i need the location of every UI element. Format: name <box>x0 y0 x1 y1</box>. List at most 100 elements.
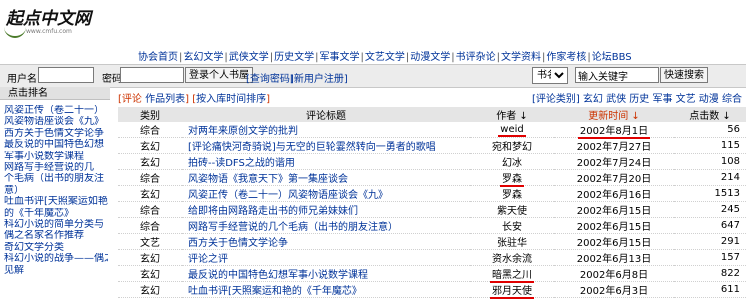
username-input[interactable] <box>38 67 94 83</box>
nav-item[interactable]: 武侠文学 <box>229 52 269 63</box>
table-row[interactable]: 综合 风姿物语《我意天下》第一集座谈会 罗森 2002年7月20日 214 <box>118 169 746 187</box>
nav-item[interactable]: 军事文学 <box>320 52 360 63</box>
row-title[interactable]: 风姿物语《我意天下》第一集座谈会 <box>182 169 470 186</box>
nav-item[interactable]: 文学资料 <box>501 52 541 63</box>
row-author[interactable]: 紫天使 <box>470 201 554 218</box>
row-title[interactable]: 给即将由网路路走出书的师兄弟妹妹们 <box>182 201 470 218</box>
sidebar-item[interactable]: 风姿物语座谈会《九》 <box>4 116 108 127</box>
sidebar-item[interactable]: 军事小说数学课程 <box>4 151 108 162</box>
row-title-text[interactable]: 给即将由网路路走出书的师兄弟妹妹们 <box>188 206 358 217</box>
row-title-text[interactable]: [评论痛快河奇骑说]与无空的巨轮霎然转向一勇者的歌唱 <box>188 142 436 153</box>
nav-separator: | <box>269 52 274 63</box>
search-input[interactable] <box>575 67 659 83</box>
sidebar-item[interactable]: 网路写手经营说的几 <box>4 162 108 173</box>
nav-item[interactable]: 作家考核 <box>546 52 586 63</box>
row-author[interactable]: 宛和梦幻 <box>470 137 554 154</box>
row-author[interactable]: 罗森 <box>470 185 554 202</box>
row-date: 2002年7月24日 <box>554 153 674 170</box>
works-list-link[interactable]: 作品列表 <box>145 94 185 105</box>
row-author-text[interactable]: 宛和梦幻 <box>492 142 532 153</box>
row-title-text[interactable]: 对两年来原创文学的批判 <box>188 126 298 137</box>
col-author[interactable]: 作者 ↓ <box>470 107 554 122</box>
nav-separator: | <box>587 52 591 63</box>
row-hits: 245 <box>674 201 746 218</box>
row-title-text[interactable]: 风姿正传（卷二十一）风姿物语座谈会《九》 <box>188 190 388 201</box>
nav-item[interactable]: 文艺文学 <box>365 52 405 63</box>
row-hits: 108 <box>674 153 746 170</box>
row-title-text[interactable]: 风姿物语《我意天下》第一集座谈会 <box>188 174 348 185</box>
row-title[interactable]: 对两年来原创文学的批判 <box>182 122 470 138</box>
password-input[interactable] <box>120 67 184 83</box>
row-author[interactable]: 罗森 <box>470 169 554 187</box>
category-links[interactable]: [评论类别] 玄幻 武侠 历史 军事 文艺 动漫 综合 <box>532 90 742 105</box>
row-title[interactable]: 评论之评 <box>182 249 470 266</box>
row-title[interactable]: 拍砖--读DFS之战的谐用 <box>182 153 470 170</box>
row-author-text[interactable]: 张驻华 <box>497 238 527 249</box>
nav-item[interactable]: 论坛BBS <box>592 52 632 63</box>
sidebar-item[interactable]: 个毛病（出书的朋友注 <box>4 173 108 184</box>
row-title[interactable]: 网路写手经营说的几个毛病（出书的朋友注意） <box>182 217 470 234</box>
nav-item[interactable]: 玄幻文学 <box>183 52 223 63</box>
row-title-text[interactable]: 西方关于色情文学论争 <box>188 238 288 249</box>
sidebar-item[interactable]: 科幻小说的战争——偶之 <box>4 253 108 264</box>
row-author[interactable]: weid <box>470 122 554 138</box>
row-author-text[interactable]: 幻冰 <box>502 158 522 169</box>
row-author[interactable]: 邪月天使 <box>470 281 554 299</box>
row-author[interactable]: 幻冰 <box>470 153 554 170</box>
table-row[interactable]: 玄幻 评论之评 资水余流 2002年6月13日 157 <box>118 249 746 266</box>
sidebar-item[interactable]: 奇幻文学分类 <box>4 242 108 253</box>
sidebar-item[interactable]: 偶之名家名作推荐 <box>4 230 108 241</box>
query-password-link[interactable]: [查询密码] <box>246 70 294 85</box>
table-row[interactable]: 文艺 西方关于色情文学论争 张驻华 2002年6月15日 291 <box>118 233 746 250</box>
row-author[interactable]: 资水余流 <box>470 249 554 266</box>
col-hits[interactable]: 点击数 ↓ <box>674 107 746 122</box>
row-title-text[interactable]: 吐血书评[天照案运和艳的《千年魔芯》 <box>188 286 362 297</box>
row-author-text[interactable]: 资水余流 <box>492 254 532 265</box>
sidebar-item[interactable]: 西方关于色情文学论争 <box>4 128 108 139</box>
sidebar-item[interactable]: 的《千年魔芯》 <box>4 208 108 219</box>
row-title[interactable]: 西方关于色情文学论争 <box>182 233 470 250</box>
row-author-text[interactable]: 紫天使 <box>497 206 527 217</box>
table-row[interactable]: 玄幻 最反说的中国特色幻想军事小说数学课程 暗黑之川 2002年6月8日 822 <box>118 265 746 283</box>
row-author-text[interactable]: weid <box>498 124 526 137</box>
col-updated[interactable]: 更新时间 ↓ <box>554 107 674 122</box>
table-row[interactable]: 综合 给即将由网路路走出书的师兄弟妹妹们 紫天使 2002年6月15日 245 <box>118 201 746 218</box>
row-title-text[interactable]: 最反说的中国特色幻想军事小说数学课程 <box>188 270 368 281</box>
row-title-text[interactable]: 拍砖--读DFS之战的谐用 <box>188 158 295 169</box>
row-title[interactable]: 吐血书评[天照案运和艳的《千年魔芯》 <box>182 281 470 298</box>
row-author[interactable]: 长安 <box>470 217 554 234</box>
row-author-text[interactable]: 长安 <box>502 222 522 233</box>
site-logo[interactable]: 起点中文网 www.cmfu.com <box>2 2 112 42</box>
sidebar-item[interactable]: 最反说的中国特色幻想 <box>4 139 108 150</box>
row-author[interactable]: 张驻华 <box>470 233 554 250</box>
table-row[interactable]: 玄幻 吐血书评[天照案运和艳的《千年魔芯》 邪月天使 2002年6月3日 611 <box>118 281 746 299</box>
table-row[interactable]: 综合 对两年来原创文学的批判 weid 2002年8月1日 56 <box>118 122 746 139</box>
table-row[interactable]: 玄幻 [评论痛快河奇骑说]与无空的巨轮霎然转向一勇者的歌唱 宛和梦幻 2002年7月2… <box>118 137 746 154</box>
row-title-text[interactable]: 网路写手经营说的几个毛病（出书的朋友注意） <box>188 222 398 233</box>
row-title[interactable]: [评论痛快河奇骑说]与无空的巨轮霎然转向一勇者的歌唱 <box>182 137 470 154</box>
sidebar-item[interactable]: 吐血书评[天照案运如艳 <box>4 196 108 207</box>
register-link[interactable]: [新用户注册] <box>290 70 348 85</box>
row-title[interactable]: 最反说的中国特色幻想军事小说数学课程 <box>182 265 470 282</box>
row-author[interactable]: 暗黑之川 <box>470 265 554 283</box>
sidebar-item[interactable]: 风姿正传（卷二十一） <box>4 105 108 116</box>
nav-item[interactable]: 协会首页 <box>138 52 178 63</box>
search-type-select[interactable]: 书名 <box>532 67 568 84</box>
nav-item[interactable]: 历史文学 <box>274 52 314 63</box>
row-title[interactable]: 风姿正传（卷二十一）风姿物语座谈会《九》 <box>182 185 470 202</box>
sidebar-item[interactable]: 见解 <box>4 265 108 276</box>
search-button[interactable]: 快速搜索 <box>660 67 708 83</box>
nav-item[interactable]: 动漫文学 <box>410 52 450 63</box>
sidebar-item[interactable]: 科幻小说的简单分类与 <box>4 219 108 230</box>
table-row[interactable]: 玄幻 拍砖--读DFS之战的谐用 幻冰 2002年7月24日 108 <box>118 153 746 170</box>
row-author-text[interactable]: 罗森 <box>502 190 522 201</box>
row-author-text[interactable]: 邪月天使 <box>490 286 534 299</box>
table-row[interactable]: 玄幻 风姿正传（卷二十一）风姿物语座谈会《九》 罗森 2002年6月16日 1513 <box>118 185 746 202</box>
login-button[interactable]: 登录个人书屋 <box>185 67 253 83</box>
password-label: 密码 <box>102 74 122 85</box>
sort-by-time-link[interactable]: 按入库时间排序 <box>196 94 266 105</box>
table-row[interactable]: 综合 网路写手经营说的几个毛病（出书的朋友注意） 长安 2002年6月15日 647 <box>118 217 746 234</box>
sidebar-item[interactable]: 意） <box>4 185 108 196</box>
row-title-text[interactable]: 评论之评 <box>188 254 228 265</box>
nav-item[interactable]: 书评杂论 <box>456 52 496 63</box>
